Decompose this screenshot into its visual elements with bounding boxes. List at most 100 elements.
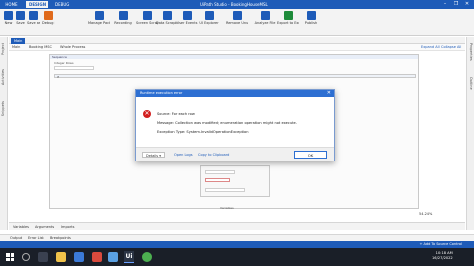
copy-to-clipboard-link[interactable]: Copy to Clipboard xyxy=(198,152,229,158)
chrome-icon[interactable] xyxy=(142,252,152,262)
inner-field-2[interactable] xyxy=(205,178,230,182)
store-icon[interactable] xyxy=(74,252,84,262)
ribbon-toolbar: NewSaveSave as TemplateDebug FileManage … xyxy=(0,9,474,36)
ribbon-button-remove-unused-variables[interactable]: Remove Unused Variables xyxy=(226,11,248,25)
ribbon-button-analyze-file[interactable]: Analyze File xyxy=(254,11,276,25)
ribbon-button-label: Remove Unused Variables xyxy=(226,21,248,25)
ribbon-button-label: Debug File xyxy=(42,21,55,25)
search-icon[interactable] xyxy=(22,253,30,261)
error-source: Source: For each row xyxy=(157,112,195,116)
close-window-button[interactable]: ✕ xyxy=(462,1,472,8)
add-to-source-control-button[interactable]: + Add To Source Control xyxy=(419,241,462,248)
windows-start-icon[interactable] xyxy=(6,253,14,261)
close-icon[interactable]: ✕ xyxy=(327,90,331,97)
ribbon-button-export-to-excel[interactable]: Export to Excel xyxy=(277,11,299,25)
document-tab-strip: Main xyxy=(9,37,465,44)
runtime-error-dialog: Runtime execution error ✕ ✕ Source: For … xyxy=(135,89,335,161)
breadcrumb: Main Booking MSC Whole Process Expand Al… xyxy=(9,44,465,51)
taskbar-clock[interactable]: 10:18 AM 16/27/2022 xyxy=(432,251,453,260)
window-title: UiPath Studio - BookingHouseMSL xyxy=(200,2,268,7)
snippets-panel-tab[interactable]: Snippets xyxy=(1,101,5,116)
integer-rows-label: Integer Rows xyxy=(54,61,74,65)
packages-icon xyxy=(94,11,104,20)
recording-icon xyxy=(118,11,128,20)
breadcrumb-main[interactable]: Main xyxy=(12,44,20,51)
minimize-button[interactable]: – xyxy=(440,1,450,8)
open-logs-link[interactable]: Open Logs xyxy=(174,152,193,158)
inner-activity-box[interactable] xyxy=(200,165,270,197)
ribbon-button-debug-file[interactable]: Debug File xyxy=(42,11,55,25)
ok-button[interactable]: OK xyxy=(294,151,327,159)
analyze-icon xyxy=(260,11,270,20)
ribbon-button-data-scraping[interactable]: Data Scraping xyxy=(156,11,178,25)
error-icon: ✕ xyxy=(143,110,151,118)
ribbon-button-label: Save as Template xyxy=(27,21,40,25)
ribbon-button-manage-packages[interactable]: Manage Packages xyxy=(88,11,110,25)
template-icon xyxy=(29,11,38,20)
save-icon xyxy=(16,11,25,20)
outline-panel-tab[interactable]: Outline xyxy=(469,77,473,90)
file-explorer-icon[interactable] xyxy=(56,252,66,262)
app-icon-red[interactable] xyxy=(92,252,102,262)
if-activity[interactable]: If xyxy=(54,74,416,79)
expand-all-link[interactable]: Expand All xyxy=(421,44,440,51)
ribbon-button-publish[interactable]: Publish xyxy=(300,11,322,25)
tab-design[interactable]: DESIGN xyxy=(26,1,48,8)
tab-arguments[interactable]: Arguments xyxy=(35,224,54,230)
ribbon-button-label: Data Scraping xyxy=(156,21,178,25)
properties-panel-tab[interactable]: Properties xyxy=(469,43,473,61)
variables-marker: Variables xyxy=(220,206,234,210)
chevron-down-icon: ▾ xyxy=(159,154,162,158)
ribbon-button-label: UI Explorer xyxy=(199,21,219,25)
data-scraping-icon xyxy=(162,11,172,20)
zoom-level[interactable]: 54.24% xyxy=(419,212,432,216)
output-panel-tabs: Output Error List Breakpoints xyxy=(0,234,474,241)
ribbon-button-label: User Events xyxy=(176,21,198,25)
ribbon-button-save[interactable]: Save xyxy=(14,11,27,25)
ribbon-button-ui-explorer[interactable]: UI Explorer xyxy=(198,11,220,25)
maximize-button[interactable]: ❐ xyxy=(451,1,461,8)
ribbon-button-user-events[interactable]: User Events xyxy=(176,11,198,25)
ribbon-button-screen-scraping[interactable]: Screen Scraping xyxy=(136,11,158,25)
left-panel-strip: Project Activities Snippets xyxy=(0,37,8,230)
breadcrumb-booking-msc[interactable]: Booking MSC xyxy=(29,44,52,51)
new-icon xyxy=(4,11,13,20)
error-exception-type: Exception Type: System.InvalidOperationE… xyxy=(157,130,249,134)
tab-variables[interactable]: Variables xyxy=(13,224,29,230)
ribbon-button-label: Manage Packages xyxy=(88,21,110,25)
ribbon-button-label: Export to Excel xyxy=(277,21,299,25)
status-bar: + Add To Source Control xyxy=(0,241,474,248)
ribbon-button-label: Analyze File xyxy=(254,21,276,25)
details-label: Details xyxy=(146,154,159,158)
ribbon-button-save-as-template[interactable]: Save as Template xyxy=(27,11,40,25)
sequence-header: Sequence xyxy=(50,55,418,59)
breadcrumb-whole-process[interactable]: Whole Process xyxy=(60,44,85,51)
ribbon-button-label: Publish xyxy=(304,21,318,25)
clock-time: 10:18 AM xyxy=(435,251,453,255)
tab-home[interactable]: HOME xyxy=(2,1,21,8)
collapse-all-link[interactable]: Collapse All xyxy=(441,44,461,51)
project-panel-tab[interactable]: Project xyxy=(1,43,5,55)
error-message: Message: Collection was modified; enumer… xyxy=(157,121,297,125)
details-button[interactable]: Details ▾ xyxy=(142,152,166,158)
tab-debug[interactable]: DEBUG xyxy=(52,1,72,8)
uipath-taskbar-icon[interactable]: Ui xyxy=(124,251,134,263)
inner-field-3[interactable] xyxy=(205,188,245,192)
ribbon-button-label: Screen Scraping xyxy=(136,21,158,25)
ribbon-button-recording[interactable]: Recording xyxy=(112,11,134,25)
clock-date: 16/27/2022 xyxy=(432,255,453,260)
dialog-footer: Details ▾ Open Logs Copy to Clipboard OK xyxy=(136,147,334,161)
title-bar: HOME DESIGN DEBUG UiPath Studio - Bookin… xyxy=(0,0,474,9)
ribbon-button-label: Save xyxy=(16,21,25,25)
sequence-field[interactable] xyxy=(54,66,94,70)
publish-icon xyxy=(306,11,316,20)
mail-icon[interactable] xyxy=(108,252,118,262)
windows-taskbar: Ui 10:18 AM 16/27/2022 xyxy=(0,248,474,266)
inner-field-1[interactable] xyxy=(205,170,235,174)
tab-imports[interactable]: Imports xyxy=(61,224,74,230)
task-view-icon[interactable] xyxy=(38,252,48,262)
ribbon-button-label: Recording xyxy=(114,21,132,25)
scraping-icon xyxy=(142,11,152,20)
if-activity-label: If xyxy=(57,75,59,79)
activities-panel-tab[interactable]: Activities xyxy=(1,69,5,85)
